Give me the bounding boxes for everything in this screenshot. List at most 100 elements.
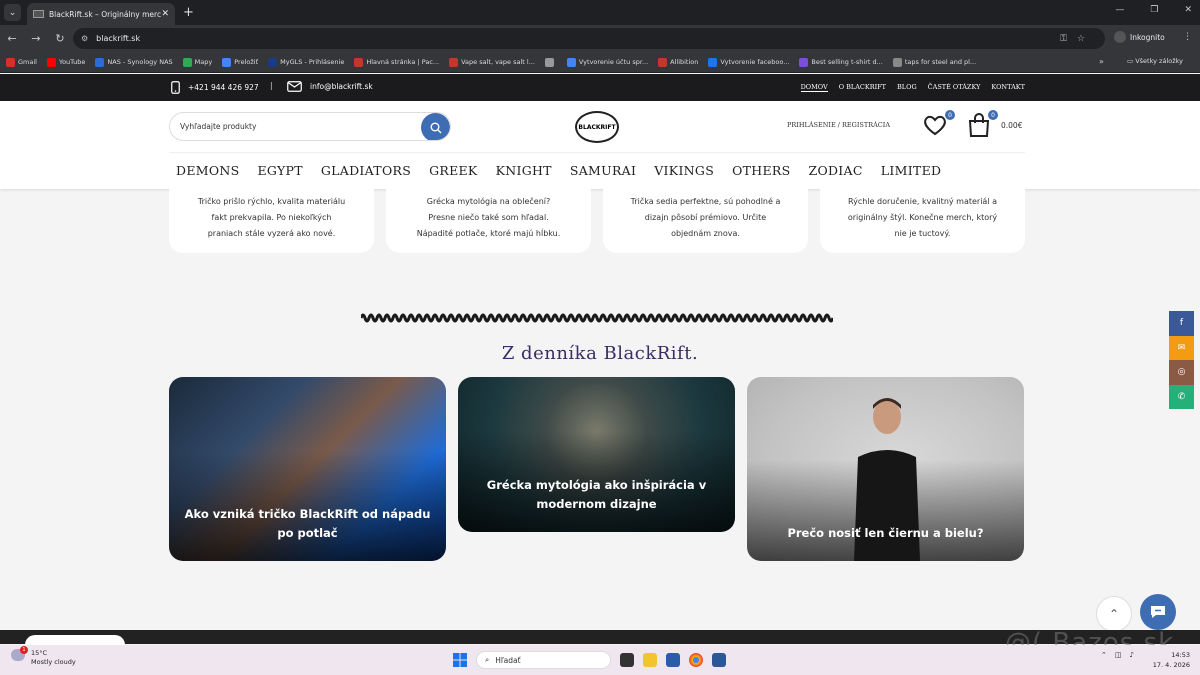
bookmark-favicon-icon xyxy=(449,57,459,67)
category-limited[interactable]: LIMITED xyxy=(881,163,942,178)
minimize-icon[interactable]: — xyxy=(1115,5,1124,15)
blog-card[interactable]: Ako vzniká tričko BlackRift od nápadu po… xyxy=(169,377,446,561)
bookmark-item[interactable]: YouTube xyxy=(46,57,85,67)
bookmark-favicon-icon xyxy=(182,57,192,67)
search-input[interactable]: Vyhľadajte produkty xyxy=(169,112,451,141)
email-contact[interactable]: info@blackrift.sk xyxy=(287,81,373,92)
chrome-icon[interactable] xyxy=(689,653,703,667)
blog-card-title: Grécka mytológia ako inšpirácia v modern… xyxy=(486,478,707,511)
back-icon[interactable]: ← xyxy=(0,32,24,45)
close-tab-icon[interactable]: ✕ xyxy=(161,9,169,19)
bookmark-item[interactable]: Gmail xyxy=(6,57,37,67)
bookmark-item[interactable]: Hlavná stránka | Pac... xyxy=(354,57,439,67)
bookmark-item[interactable]: Vytvorenie faceboo... xyxy=(708,57,789,67)
tray-chevron-icon[interactable]: ⌃ xyxy=(1101,651,1107,659)
nav-link-blog[interactable]: BLOG xyxy=(897,83,917,92)
bookmark-item[interactable]: taps for steel and pl... xyxy=(892,57,976,67)
bookmark-favicon-icon xyxy=(268,57,278,67)
site-info-icon[interactable]: ⚙ xyxy=(81,34,88,43)
email-share-icon[interactable]: ✉ xyxy=(1169,335,1194,360)
url-actions: ⚿☆ xyxy=(1060,34,1095,44)
close-window-icon[interactable]: ✕ xyxy=(1184,5,1192,15)
search-placeholder: Vyhľadajte produkty xyxy=(180,122,257,131)
taskbar-icons: ⌕ Hľadať xyxy=(453,651,726,669)
windows-start-icon[interactable] xyxy=(453,653,467,667)
blog-card-title: Prečo nosiť len čiernu a bielu? xyxy=(787,526,984,540)
search-icon: ⌕ xyxy=(485,655,490,664)
social-sidebar: f ✉ ◎ ✆ xyxy=(1169,311,1194,409)
bookmark-label: Allibition xyxy=(670,58,699,66)
phone-icon xyxy=(171,81,180,94)
review-card: Rýchle doručenie, kvalitný materiál a ori… xyxy=(820,189,1025,253)
bookmark-item[interactable]: NAS - Synology NAS xyxy=(95,57,173,67)
nav-link-faq[interactable]: ČASTÉ OTÁZKY xyxy=(928,83,981,92)
tab-title: BlackRift.sk – Originálny merch xyxy=(49,9,162,19)
site-logo[interactable]: BLACKRIFT xyxy=(575,111,619,143)
bookmark-item[interactable]: Vytvorenie účtu spr... xyxy=(566,57,648,67)
network-icon[interactable]: ◫ xyxy=(1115,651,1122,659)
bookmark-favicon-icon xyxy=(95,57,105,67)
outlook-icon[interactable] xyxy=(712,653,726,667)
url-text: blackrift.sk xyxy=(96,34,141,43)
category-demons[interactable]: DEMONS xyxy=(176,163,240,178)
volume-icon[interactable]: ♪ xyxy=(1130,651,1134,659)
cart-button[interactable]: 0 xyxy=(966,110,998,142)
bookmark-item[interactable]: Vape salt, vape salt l... xyxy=(449,57,535,67)
weather-widget[interactable]: 1 15°C Mostly cloudy xyxy=(11,646,76,667)
incognito-indicator[interactable]: Inkognito xyxy=(1114,31,1165,43)
file-explorer-icon[interactable] xyxy=(643,653,657,667)
category-gladiators[interactable]: GLADIATORS xyxy=(321,163,411,178)
nav-link-domov[interactable]: DOMOV xyxy=(800,83,828,92)
review-text-line: fakt prekvapila. Po niekoľkých xyxy=(211,213,332,222)
nav-link-kontakt[interactable]: KONTAKT xyxy=(991,83,1025,92)
bookmark-item[interactable]: Allibition xyxy=(658,57,699,67)
url-field[interactable]: ⚙ blackrift.sk ⚿☆ xyxy=(73,28,1105,49)
cart-total[interactable]: 0.00€ xyxy=(1001,121,1022,130)
bookmark-label: Mapy xyxy=(194,58,213,66)
category-knight[interactable]: KNIGHT xyxy=(496,163,552,178)
blog-card[interactable]: Prečo nosiť len čiernu a bielu? xyxy=(747,377,1024,561)
system-tray[interactable]: ⌃ ◫ ♪ xyxy=(1101,651,1134,659)
browser-menu-icon[interactable]: ⋮ xyxy=(1183,32,1192,42)
review-card: Tričko prišlo rýchlo, kvalita materiálu f… xyxy=(169,189,374,253)
browser-tab[interactable]: BlackRift.sk – Originálny merch ✕ xyxy=(27,3,175,25)
whatsapp-icon[interactable]: ✆ xyxy=(1169,384,1194,409)
search-button[interactable] xyxy=(421,113,450,140)
bookmark-item[interactable]: Preložiť xyxy=(222,57,258,67)
bookmark-item[interactable]: MyGLS - Prihlásenie xyxy=(268,57,344,67)
category-vikings[interactable]: VIKINGS xyxy=(654,163,714,178)
store-icon[interactable] xyxy=(666,653,680,667)
taskbar-clock[interactable]: 14:53 17. 4. 2026 xyxy=(1150,650,1190,670)
star-icon[interactable]: ☆ xyxy=(1077,34,1095,44)
category-samurai[interactable]: SAMURAI xyxy=(570,163,636,178)
taskbar-search[interactable]: ⌕ Hľadať xyxy=(476,651,611,669)
chat-button[interactable] xyxy=(1140,594,1176,630)
category-others[interactable]: OTHERS xyxy=(732,163,790,178)
category-zodiac[interactable]: ZODIAC xyxy=(808,163,862,178)
login-link[interactable]: PRIHLÁSENIE / REGISTRÁCIA xyxy=(787,121,890,129)
review-text-line: Rýchle doručenie, kvalitný materiál a xyxy=(848,197,997,206)
nav-link-o-blackrift[interactable]: O BLACKRIFT xyxy=(839,83,886,92)
task-view-icon[interactable] xyxy=(620,653,634,667)
tab-list-button[interactable]: ⌄ xyxy=(4,4,21,21)
maximize-icon[interactable]: ❐ xyxy=(1150,5,1158,15)
blog-card[interactable]: Grécka mytológia ako inšpirácia v modern… xyxy=(458,377,735,532)
all-bookmarks[interactable]: ▭ Všetky záložky xyxy=(1127,57,1183,65)
reload-icon[interactable]: ↻ xyxy=(48,32,72,45)
instagram-icon[interactable]: ◎ xyxy=(1169,360,1194,385)
category-egypt[interactable]: EGYPT xyxy=(258,163,303,178)
scroll-top-button[interactable]: ⌃ xyxy=(1096,596,1132,632)
facebook-icon[interactable]: f xyxy=(1169,311,1194,336)
site-topbar: +421 944 426 927 | info@blackrift.sk DOM… xyxy=(0,74,1200,101)
bookmark-item[interactable] xyxy=(544,57,557,67)
key-icon[interactable]: ⚿ xyxy=(1060,34,1077,44)
phone-contact[interactable]: +421 944 426 927 xyxy=(171,81,259,94)
forward-icon[interactable]: → xyxy=(24,32,48,45)
bookmark-item[interactable]: Best selling t-shirt d... xyxy=(799,57,883,67)
wishlist-button[interactable]: 0 xyxy=(922,110,955,141)
favicon-icon xyxy=(33,10,44,18)
category-greek[interactable]: GREEK xyxy=(429,163,478,178)
new-tab-icon[interactable]: + xyxy=(183,5,194,20)
bookmark-item[interactable]: Mapy xyxy=(182,57,213,67)
more-bookmarks-icon[interactable]: » xyxy=(1099,57,1104,66)
